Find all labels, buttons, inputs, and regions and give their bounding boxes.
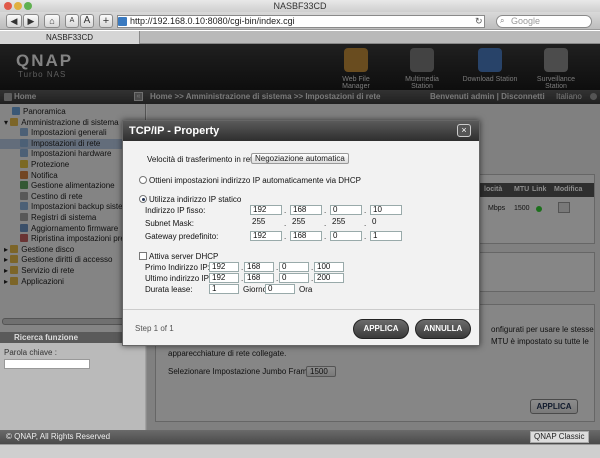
text-smaller-button[interactable]: A: [65, 14, 79, 28]
octet-separator: .: [311, 263, 314, 272]
gateway-octet-2[interactable]: 168: [290, 231, 322, 241]
footer: © QNAP, All Rights Reserved QNAP Classic: [0, 430, 600, 444]
gateway-label: Gateway predefinito:: [145, 232, 219, 241]
close-icon[interactable]: ×: [457, 124, 471, 137]
days-label: Giorno: [243, 285, 268, 294]
octet-separator: .: [276, 263, 279, 272]
first-ip-octet-1[interactable]: 192: [209, 262, 239, 272]
octet-separator: .: [324, 219, 327, 228]
keyword-input[interactable]: [4, 359, 90, 369]
octet-separator: .: [276, 274, 279, 283]
url-field[interactable]: http://192.168.0.10:8080/cgi-bin/index.c…: [117, 15, 485, 28]
octet-separator: .: [284, 219, 287, 228]
keyword-label: Parola chiave :: [4, 348, 57, 357]
first-ip-octet-4[interactable]: 100: [314, 262, 344, 272]
octet-separator: .: [311, 274, 314, 283]
first-ip-label: Primo Indirizzo IP:: [145, 263, 210, 272]
first-ip-octet-2[interactable]: 168: [244, 262, 274, 272]
octet-separator: .: [364, 219, 367, 228]
close-window-icon[interactable]: [4, 2, 12, 10]
forward-button[interactable]: ▶: [23, 14, 39, 28]
browser-toolbar: ◀ ▶ ⌂ A A + http://192.168.0.10:8080/cgi…: [0, 12, 600, 30]
search-field[interactable]: Google: [496, 15, 592, 28]
dhcp-server-label: Attiva server DHCP: [149, 252, 219, 261]
dialog-divider: [123, 309, 479, 310]
zoom-window-icon[interactable]: [24, 2, 32, 10]
copyright: © QNAP, All Rights Reserved: [6, 432, 111, 441]
minimize-window-icon[interactable]: [14, 2, 22, 10]
speed-select[interactable]: Negoziazione automatica: [251, 153, 349, 164]
theme-select[interactable]: QNAP Classic: [530, 431, 589, 443]
mask-octet-3[interactable]: 255: [330, 218, 362, 228]
ip-label: Indirizzo IP fisso:: [145, 206, 206, 215]
dhcp-server-checkbox[interactable]: [139, 252, 147, 260]
apply-button[interactable]: APPLICA: [353, 319, 409, 339]
window-title: NASBF33CD: [0, 0, 600, 12]
static-ip-label: Utilizza indirizzo IP statico: [149, 195, 242, 204]
ip-octet-4[interactable]: 10: [370, 205, 402, 215]
tcpip-dialog: TCP/IP - Property × Velocità di trasferi…: [122, 120, 480, 346]
ip-octet-1[interactable]: 192: [250, 205, 282, 215]
gateway-octet-4[interactable]: 1: [370, 231, 402, 241]
lease-hours-input[interactable]: 0: [265, 284, 295, 294]
favicon-icon: [118, 17, 127, 26]
octet-separator: .: [284, 232, 287, 241]
dhcp-radio[interactable]: [139, 176, 147, 184]
mask-octet-1[interactable]: 255: [250, 218, 282, 228]
mask-label: Subnet Mask:: [145, 219, 194, 228]
static-ip-radio[interactable]: [139, 195, 147, 203]
add-bookmark-button[interactable]: +: [99, 14, 113, 28]
gateway-octet-3[interactable]: 0: [330, 231, 362, 241]
function-search-panel: Ricerca funzione Parola chiave :: [0, 332, 146, 430]
gateway-octet-1[interactable]: 192: [250, 231, 282, 241]
last-ip-label: Ultimo indirizzo IP:: [145, 274, 212, 283]
hours-label: Ora: [299, 285, 313, 294]
reload-icon[interactable]: ↻: [475, 16, 483, 27]
octet-separator: .: [364, 232, 367, 241]
search-icon: ⌕: [500, 16, 505, 25]
octet-separator: .: [324, 206, 327, 215]
dialog-title: TCP/IP - Property: [123, 121, 479, 141]
step-indicator: Step 1 of 1: [135, 324, 174, 333]
octet-separator: .: [364, 206, 367, 215]
mask-octet-2[interactable]: 255: [290, 218, 322, 228]
mask-octet-4[interactable]: 0: [370, 218, 402, 228]
dhcp-label: Ottieni impostazioni indirizzo IP automa…: [149, 176, 361, 185]
octet-separator: .: [241, 263, 244, 272]
home-button[interactable]: ⌂: [44, 14, 60, 28]
first-ip-octet-3[interactable]: 0: [279, 262, 309, 272]
lease-label: Durata lease:: [145, 285, 193, 294]
last-ip-octet-2[interactable]: 168: [244, 273, 274, 283]
last-ip-octet-3[interactable]: 0: [279, 273, 309, 283]
browser-status-bar: [0, 444, 600, 458]
cancel-button[interactable]: ANNULLA: [415, 319, 471, 339]
text-larger-button[interactable]: A: [80, 14, 94, 28]
last-ip-octet-1[interactable]: 192: [209, 273, 239, 283]
octet-separator: .: [284, 206, 287, 215]
ip-octet-2[interactable]: 168: [290, 205, 322, 215]
browser-tab[interactable]: NASBF33CD: [0, 31, 140, 44]
back-button[interactable]: ◀: [6, 14, 22, 28]
octet-separator: .: [324, 232, 327, 241]
octet-separator: .: [241, 274, 244, 283]
speed-label: Velocità di trasferimento in rete: [147, 155, 257, 164]
lease-days-input[interactable]: 1: [209, 284, 239, 294]
ip-octet-3[interactable]: 0: [330, 205, 362, 215]
last-ip-octet-4[interactable]: 200: [314, 273, 344, 283]
